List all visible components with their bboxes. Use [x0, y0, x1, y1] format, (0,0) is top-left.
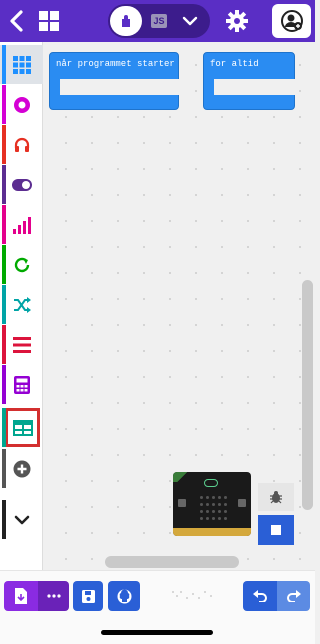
debug-button[interactable] — [258, 483, 294, 511]
led — [218, 503, 221, 506]
toggle-switch-icon — [11, 178, 32, 191]
project-name-placeholder — [150, 585, 230, 607]
settings-button[interactable] — [224, 8, 250, 34]
led — [200, 517, 203, 520]
download-file-icon — [15, 588, 27, 604]
on-start-slot — [60, 79, 179, 95]
redo-button[interactable] — [277, 581, 310, 611]
led — [206, 510, 209, 513]
editor-toggle: JS — [108, 4, 210, 38]
redo-icon — [286, 590, 301, 602]
lines-icon — [12, 336, 31, 353]
category-variables[interactable] — [0, 325, 43, 364]
forever-slot — [214, 79, 295, 95]
led — [206, 503, 209, 506]
language-dropdown-button[interactable] — [181, 13, 199, 29]
makecode-editor: JS når programmet starter for altid — [0, 0, 315, 644]
led — [218, 510, 221, 513]
led — [200, 510, 203, 513]
grid-home-icon — [39, 11, 59, 31]
category-radio[interactable] — [0, 205, 43, 244]
blocks-toggle-button[interactable] — [110, 6, 142, 36]
led — [218, 517, 221, 520]
led — [212, 517, 215, 520]
home-button[interactable] — [36, 8, 62, 34]
category-math[interactable] — [0, 365, 43, 404]
simulator-logo-stripe — [173, 472, 199, 482]
bottom-bar — [0, 570, 315, 644]
input-circle-icon — [13, 96, 30, 113]
blocks-workspace[interactable]: når programmet starter for altid — [43, 42, 315, 570]
led — [224, 517, 227, 520]
led — [206, 496, 209, 499]
dotted-placeholder-icon — [172, 591, 212, 599]
led — [224, 503, 227, 506]
led — [212, 510, 215, 513]
user-add-icon — [280, 10, 303, 32]
gear-icon — [226, 10, 248, 32]
simulator-controls — [258, 483, 294, 545]
stop-simulator-button[interactable] — [258, 515, 294, 545]
save-button[interactable] — [73, 581, 103, 611]
category-loops[interactable] — [0, 245, 43, 284]
plus-circle-icon — [13, 460, 30, 477]
led — [212, 503, 215, 506]
category-input[interactable] — [0, 85, 43, 124]
user-account-button[interactable] — [272, 4, 311, 38]
chevron-down-icon — [14, 515, 29, 524]
led — [200, 503, 203, 506]
github-icon — [117, 589, 131, 603]
table-icon — [12, 419, 33, 436]
more-options-button[interactable] — [38, 581, 69, 611]
chevron-left-icon — [10, 10, 23, 32]
undo-button[interactable] — [243, 581, 277, 611]
category-basic[interactable] — [0, 45, 43, 84]
floppy-disk-icon — [81, 589, 95, 603]
add-extension-button[interactable] — [0, 449, 43, 488]
toolbox-collapse-button[interactable] — [0, 500, 43, 539]
bug-icon — [270, 491, 282, 504]
chevron-down-icon — [182, 16, 198, 26]
headphones-icon — [14, 137, 29, 152]
led — [206, 517, 209, 520]
on-start-block[interactable]: når programmet starter — [49, 52, 179, 110]
category-music[interactable] — [0, 125, 43, 164]
top-bar: JS — [0, 0, 315, 42]
ellipsis-icon — [46, 594, 61, 598]
home-indicator[interactable] — [101, 630, 213, 635]
led — [224, 510, 227, 513]
led — [212, 496, 215, 499]
download-button[interactable] — [4, 581, 38, 611]
category-logic[interactable] — [0, 285, 43, 324]
forever-label: for altid — [210, 59, 259, 69]
vertical-scrollbar[interactable] — [302, 280, 313, 510]
category-led[interactable] — [0, 165, 43, 204]
javascript-toggle-button[interactable]: JS — [151, 14, 167, 28]
grid-icon — [12, 55, 31, 74]
led — [200, 496, 203, 499]
horizontal-scrollbar[interactable] — [105, 556, 239, 568]
github-button[interactable] — [108, 581, 140, 611]
simulator-button-b[interactable] — [238, 499, 246, 507]
toolbox — [0, 42, 43, 570]
undo-icon — [253, 590, 267, 602]
simulator-button-a[interactable] — [178, 499, 186, 507]
led — [218, 496, 221, 499]
simulator-edge-connector — [173, 528, 251, 536]
calculator-icon — [13, 375, 30, 394]
refresh-icon — [14, 257, 29, 272]
category-extensions-table[interactable] — [2, 408, 40, 447]
puzzle-piece-icon — [122, 15, 130, 27]
led — [224, 496, 227, 499]
signal-bars-icon — [12, 216, 31, 234]
shuffle-icon — [13, 296, 31, 313]
microbit-simulator[interactable] — [173, 472, 251, 536]
stop-icon — [271, 525, 281, 535]
back-button[interactable] — [5, 9, 29, 33]
on-start-label: når programmet starter — [56, 59, 175, 69]
microbit-face-icon — [204, 479, 218, 487]
forever-block[interactable]: for altid — [203, 52, 295, 110]
